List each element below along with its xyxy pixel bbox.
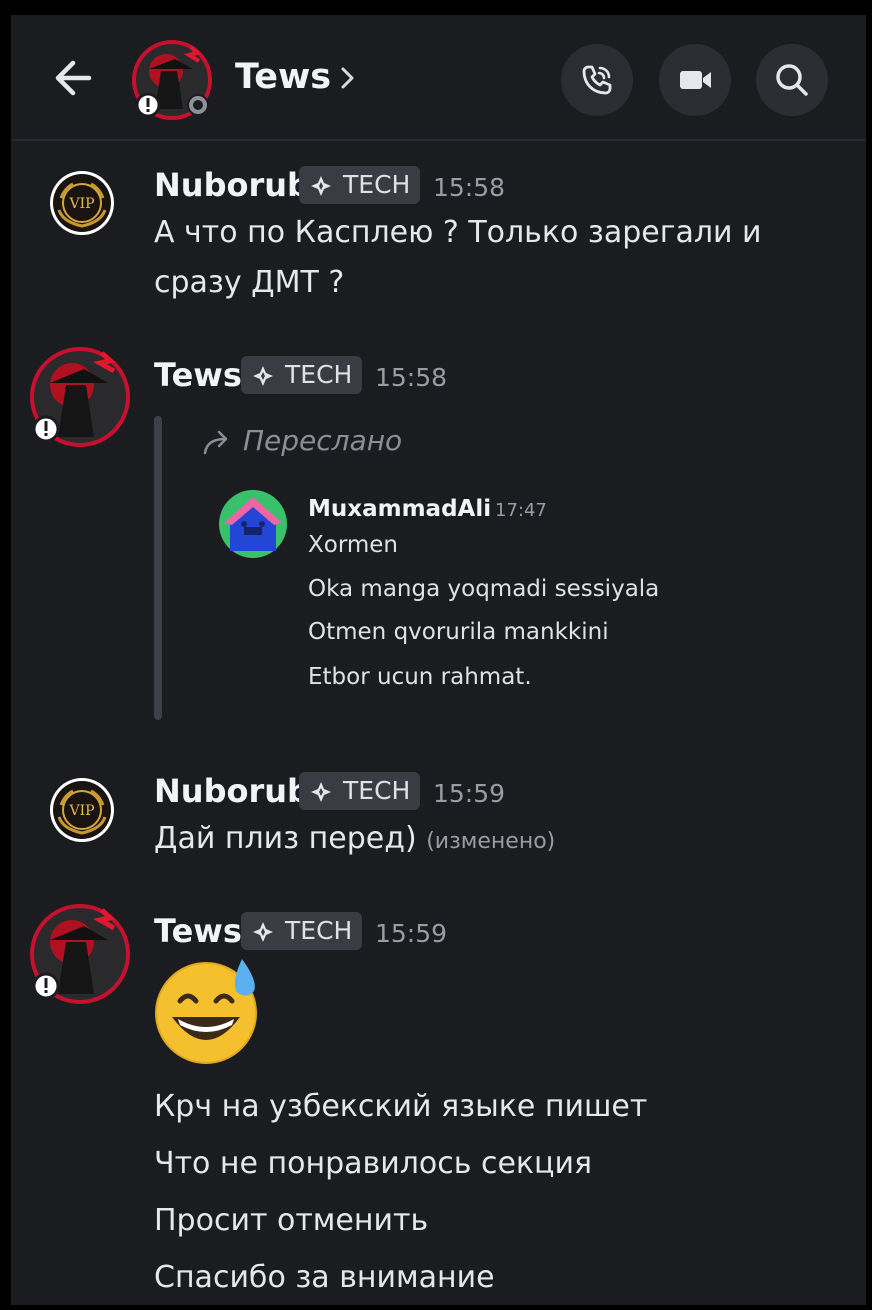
- message-author[interactable]: Tews: [154, 356, 242, 394]
- role-tag: TECH: [299, 166, 421, 204]
- edited-label: (изменено): [426, 829, 556, 854]
- message-time: 15:59: [375, 919, 448, 948]
- avatar[interactable]: [218, 489, 288, 563]
- message-author[interactable]: Tews: [154, 912, 242, 950]
- avatar[interactable]: [28, 902, 132, 1010]
- message-author[interactable]: Nuborub: [154, 772, 310, 810]
- forwarded-text: Oka manga yoqmadi sessiyala: [308, 576, 660, 602]
- grinning-face-with-sweat-icon: [152, 953, 264, 1069]
- chevron-right-icon[interactable]: [337, 61, 359, 95]
- message-text: Спасибо за внимание: [154, 1260, 495, 1295]
- message-author[interactable]: Nuborub: [154, 166, 310, 204]
- message-text: Крч на узбекский языке пишет: [154, 1089, 648, 1124]
- avatar[interactable]: VIP: [49, 777, 115, 847]
- diamond-icon: [253, 922, 273, 942]
- role-tag: TECH: [241, 356, 363, 394]
- chat-screen: Tews VIP Nuborub TECH 15:58 А что по Кас…: [11, 15, 866, 1305]
- message-text: Что не понравилось секция: [154, 1146, 593, 1181]
- arrow-left-icon: [55, 60, 92, 96]
- message-text: сразу ДМТ ?: [154, 265, 345, 300]
- diamond-icon: [311, 176, 331, 196]
- search-button[interactable]: [756, 44, 828, 116]
- avatar[interactable]: VIP: [49, 170, 115, 240]
- message-time: 15:59: [433, 779, 506, 808]
- forwarded-author[interactable]: MuxammadAli: [308, 493, 491, 525]
- channel-title[interactable]: Tews: [235, 57, 331, 97]
- forwarded-text: Xormen: [308, 532, 399, 558]
- forwarded-bar: [154, 416, 162, 720]
- phone-icon: [582, 65, 612, 95]
- diamond-icon: [253, 366, 273, 386]
- chat-header: Tews: [11, 15, 866, 141]
- role-tag: TECH: [241, 912, 363, 950]
- message-text: Просит отменить: [154, 1203, 429, 1238]
- avatar[interactable]: [131, 39, 213, 121]
- message-time: 15:58: [433, 173, 506, 202]
- diamond-icon: [311, 782, 331, 802]
- svg-text:VIP: VIP: [68, 196, 94, 212]
- svg-text:VIP: VIP: [68, 803, 94, 819]
- forwarded-time: 17:47: [495, 500, 547, 521]
- call-button[interactable]: [561, 44, 633, 116]
- message-text-body: Дай плиз перед): [154, 821, 417, 856]
- role-tag: TECH: [299, 772, 421, 810]
- forwarded-text: Otmen qvorurila mankkini: [308, 619, 609, 645]
- search-icon: [776, 64, 808, 96]
- back-button[interactable]: [49, 53, 99, 103]
- video-camera-icon: [680, 71, 711, 89]
- message-time: 15:58: [375, 363, 448, 392]
- video-call-button[interactable]: [659, 44, 731, 116]
- forwarded-text: Etbor ucun rahmat.: [308, 664, 532, 690]
- message-text: А что по Касплею ? Только зарегали и: [154, 215, 762, 250]
- forwarded-label: Переслано: [243, 424, 403, 457]
- forward-arrow-icon: [203, 430, 228, 455]
- avatar[interactable]: [28, 345, 132, 453]
- message-text: Дай плиз перед) (изменено): [154, 814, 555, 867]
